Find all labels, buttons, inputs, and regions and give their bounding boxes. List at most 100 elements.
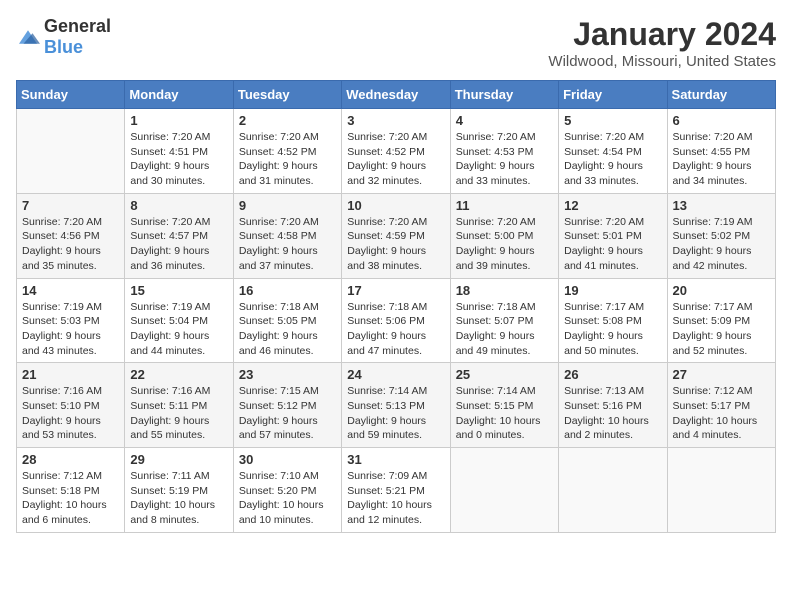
header-row: SundayMondayTuesdayWednesdayThursdayFrid… <box>17 81 776 109</box>
day-number: 13 <box>673 198 770 213</box>
day-cell: 20Sunrise: 7:17 AMSunset: 5:09 PMDayligh… <box>667 278 775 363</box>
day-cell: 11 Sunrise: 7:20 AMSunset: 5:00 PMDayligh… <box>450 193 558 278</box>
day-info: Sunrise: 7:17 AMSunset: 5:09 PMDaylight:… <box>673 300 770 359</box>
day-cell: 14 Sunrise: 7:19 AMSunset: 5:03 PMDayligh… <box>17 278 125 363</box>
col-header-tuesday: Tuesday <box>233 81 341 109</box>
day-cell: 24 Sunrise: 7:14 AMSunset: 5:13 PMDayligh… <box>342 363 450 448</box>
title-area: January 2024 Wildwood, Missouri, United … <box>548 16 776 70</box>
day-cell: 25 Sunrise: 7:14 AMSunset: 5:15 PMDayligh… <box>450 363 558 448</box>
day-info: Sunrise: 7:12 AMSunset: 5:18 PMDaylight:… <box>22 469 119 528</box>
day-number: 30 <box>239 452 336 467</box>
day-cell: 28 Sunrise: 7:12 AMSunset: 5:18 PMDayligh… <box>17 448 125 533</box>
col-header-friday: Friday <box>559 81 667 109</box>
day-cell <box>450 448 558 533</box>
week-row-4: 21 Sunrise: 7:16 AMSunset: 5:10 PMDayligh… <box>17 363 776 448</box>
day-number: 4 <box>456 113 553 128</box>
day-cell: 12Sunrise: 7:20 AMSunset: 5:01 PMDayligh… <box>559 193 667 278</box>
day-info: Sunrise: 7:20 AMSunset: 4:55 PMDaylight:… <box>673 130 770 189</box>
calendar-table: SundayMondayTuesdayWednesdayThursdayFrid… <box>16 80 776 533</box>
day-number: 2 <box>239 113 336 128</box>
day-info: Sunrise: 7:20 AMSunset: 4:53 PMDaylight:… <box>456 130 553 189</box>
day-info: Sunrise: 7:20 AMSunset: 4:52 PMDaylight:… <box>347 130 444 189</box>
day-info: Sunrise: 7:18 AMSunset: 5:05 PMDaylight:… <box>239 300 336 359</box>
day-info: Sunrise: 7:20 AMSunset: 4:54 PMDaylight:… <box>564 130 661 189</box>
day-cell <box>559 448 667 533</box>
day-number: 19 <box>564 283 661 298</box>
day-info: Sunrise: 7:19 AMSunset: 5:04 PMDaylight:… <box>130 300 227 359</box>
day-cell: 29Sunrise: 7:11 AMSunset: 5:19 PMDayligh… <box>125 448 233 533</box>
day-cell: 27Sunrise: 7:12 AMSunset: 5:17 PMDayligh… <box>667 363 775 448</box>
col-header-wednesday: Wednesday <box>342 81 450 109</box>
day-cell: 9 Sunrise: 7:20 AMSunset: 4:58 PMDaylight… <box>233 193 341 278</box>
day-number: 18 <box>456 283 553 298</box>
day-cell: 13Sunrise: 7:19 AMSunset: 5:02 PMDayligh… <box>667 193 775 278</box>
day-info: Sunrise: 7:18 AMSunset: 5:07 PMDaylight:… <box>456 300 553 359</box>
logo-icon <box>16 27 40 47</box>
day-info: Sunrise: 7:20 AMSunset: 4:57 PMDaylight:… <box>130 215 227 274</box>
day-cell: 6 Sunrise: 7:20 AMSunset: 4:55 PMDaylight… <box>667 109 775 194</box>
day-number: 28 <box>22 452 119 467</box>
day-number: 6 <box>673 113 770 128</box>
day-cell: 17 Sunrise: 7:18 AMSunset: 5:06 PMDayligh… <box>342 278 450 363</box>
day-number: 8 <box>130 198 227 213</box>
day-number: 17 <box>347 283 444 298</box>
day-cell: 8 Sunrise: 7:20 AMSunset: 4:57 PMDaylight… <box>125 193 233 278</box>
day-number: 21 <box>22 367 119 382</box>
day-cell <box>667 448 775 533</box>
day-number: 11 <box>456 198 553 213</box>
day-cell: 2 Sunrise: 7:20 AMSunset: 4:52 PMDaylight… <box>233 109 341 194</box>
day-number: 3 <box>347 113 444 128</box>
day-cell: 1Sunrise: 7:20 AMSunset: 4:51 PMDaylight… <box>125 109 233 194</box>
day-info: Sunrise: 7:18 AMSunset: 5:06 PMDaylight:… <box>347 300 444 359</box>
day-number: 31 <box>347 452 444 467</box>
day-cell: 21 Sunrise: 7:16 AMSunset: 5:10 PMDayligh… <box>17 363 125 448</box>
day-cell: 23 Sunrise: 7:15 AMSunset: 5:12 PMDayligh… <box>233 363 341 448</box>
week-row-1: 1Sunrise: 7:20 AMSunset: 4:51 PMDaylight… <box>17 109 776 194</box>
day-cell: 16 Sunrise: 7:18 AMSunset: 5:05 PMDayligh… <box>233 278 341 363</box>
day-number: 25 <box>456 367 553 382</box>
day-info: Sunrise: 7:20 AMSunset: 4:52 PMDaylight:… <box>239 130 336 189</box>
day-number: 15 <box>130 283 227 298</box>
day-info: Sunrise: 7:16 AMSunset: 5:10 PMDaylight:… <box>22 384 119 443</box>
day-number: 23 <box>239 367 336 382</box>
day-number: 14 <box>22 283 119 298</box>
day-cell: 18 Sunrise: 7:18 AMSunset: 5:07 PMDayligh… <box>450 278 558 363</box>
col-header-thursday: Thursday <box>450 81 558 109</box>
day-info: Sunrise: 7:13 AMSunset: 5:16 PMDaylight:… <box>564 384 661 443</box>
day-cell: 15 Sunrise: 7:19 AMSunset: 5:04 PMDayligh… <box>125 278 233 363</box>
day-number: 9 <box>239 198 336 213</box>
day-number: 26 <box>564 367 661 382</box>
day-cell: 30 Sunrise: 7:10 AMSunset: 5:20 PMDayligh… <box>233 448 341 533</box>
logo: General Blue <box>16 16 111 58</box>
day-info: Sunrise: 7:15 AMSunset: 5:12 PMDaylight:… <box>239 384 336 443</box>
day-info: Sunrise: 7:11 AMSunset: 5:19 PMDaylight:… <box>130 469 227 528</box>
day-info: Sunrise: 7:20 AMSunset: 5:00 PMDaylight:… <box>456 215 553 274</box>
day-info: Sunrise: 7:20 AMSunset: 4:58 PMDaylight:… <box>239 215 336 274</box>
logo-general: General <box>44 16 111 36</box>
day-number: 24 <box>347 367 444 382</box>
day-number: 16 <box>239 283 336 298</box>
week-row-3: 14 Sunrise: 7:19 AMSunset: 5:03 PMDayligh… <box>17 278 776 363</box>
day-cell: 4 Sunrise: 7:20 AMSunset: 4:53 PMDaylight… <box>450 109 558 194</box>
day-info: Sunrise: 7:16 AMSunset: 5:11 PMDaylight:… <box>130 384 227 443</box>
day-number: 5 <box>564 113 661 128</box>
logo-text: General Blue <box>44 16 111 58</box>
day-cell: 7Sunrise: 7:20 AMSunset: 4:56 PMDaylight… <box>17 193 125 278</box>
day-cell: 31Sunrise: 7:09 AMSunset: 5:21 PMDayligh… <box>342 448 450 533</box>
day-info: Sunrise: 7:20 AMSunset: 4:51 PMDaylight:… <box>130 130 227 189</box>
day-info: Sunrise: 7:14 AMSunset: 5:13 PMDaylight:… <box>347 384 444 443</box>
col-header-saturday: Saturday <box>667 81 775 109</box>
col-header-monday: Monday <box>125 81 233 109</box>
day-info: Sunrise: 7:14 AMSunset: 5:15 PMDaylight:… <box>456 384 553 443</box>
day-info: Sunrise: 7:20 AMSunset: 4:56 PMDaylight:… <box>22 215 119 274</box>
day-info: Sunrise: 7:19 AMSunset: 5:03 PMDaylight:… <box>22 300 119 359</box>
day-info: Sunrise: 7:20 AMSunset: 4:59 PMDaylight:… <box>347 215 444 274</box>
day-number: 12 <box>564 198 661 213</box>
day-cell: 22Sunrise: 7:16 AMSunset: 5:11 PMDayligh… <box>125 363 233 448</box>
logo-blue: Blue <box>44 37 83 57</box>
calendar-subtitle: Wildwood, Missouri, United States <box>548 53 776 70</box>
day-cell: 10Sunrise: 7:20 AMSunset: 4:59 PMDayligh… <box>342 193 450 278</box>
day-info: Sunrise: 7:17 AMSunset: 5:08 PMDaylight:… <box>564 300 661 359</box>
day-number: 27 <box>673 367 770 382</box>
day-info: Sunrise: 7:10 AMSunset: 5:20 PMDaylight:… <box>239 469 336 528</box>
